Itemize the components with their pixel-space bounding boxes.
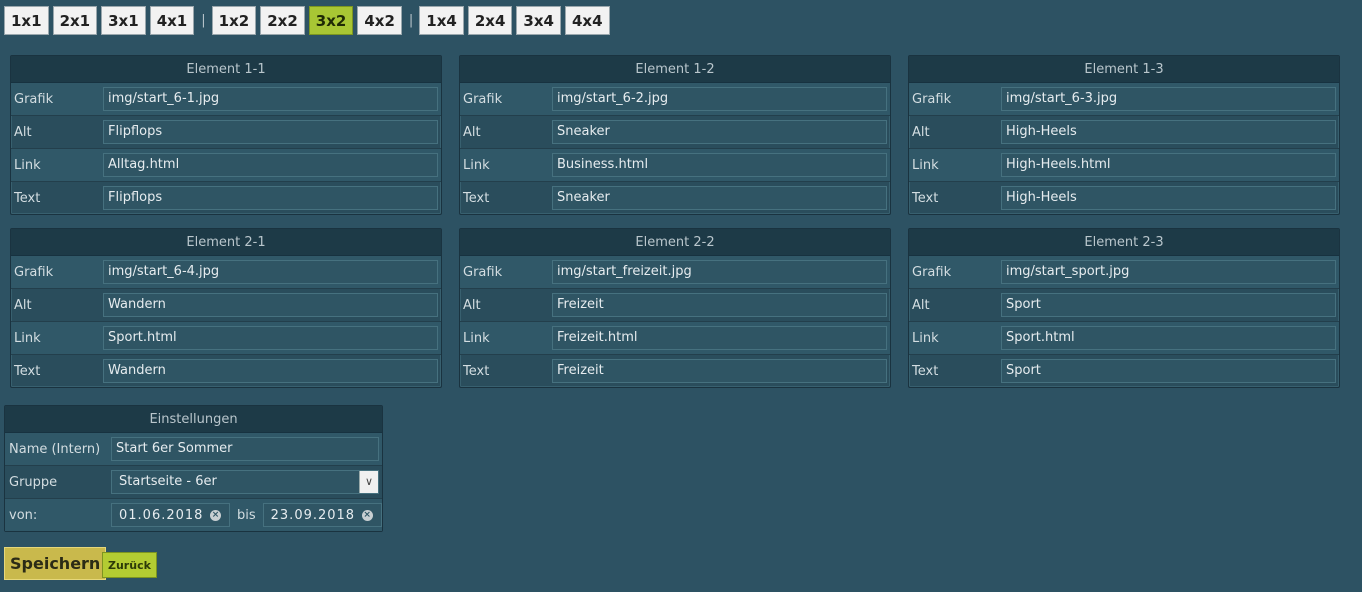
text-label: Text <box>14 190 41 206</box>
panel-title: Element 2-1 <box>11 229 441 256</box>
settings-panel: Einstellungen Name (Intern) Start 6er So… <box>4 405 383 532</box>
layout-button-4x1[interactable]: 4x1 <box>149 6 195 35</box>
grafik-input[interactable]: img/start_6-3.jpg <box>1001 87 1336 111</box>
layout-button-3x2[interactable]: 3x2 <box>308 6 354 35</box>
grafik-label: Grafik <box>463 91 503 107</box>
text-label: Text <box>463 363 490 379</box>
text-label: Text <box>912 363 939 379</box>
element-panel-2-1: Element 2-1 Grafik img/start_6-4.jpg Alt W… <box>10 228 442 388</box>
text-input[interactable]: Flipflops <box>103 186 438 210</box>
from-label: von: <box>9 507 38 523</box>
text-input[interactable]: Freizeit <box>552 359 887 383</box>
link-input[interactable]: Business.html <box>552 153 887 177</box>
chevron-down-icon[interactable]: ∨ <box>359 471 378 493</box>
grafik-label: Grafik <box>14 91 54 107</box>
link-label: Link <box>912 330 939 346</box>
group-select[interactable]: Startseite - 6er ∨ <box>111 470 379 494</box>
grafik-input[interactable]: img/start_6-1.jpg <box>103 87 438 111</box>
alt-input[interactable]: High-Heels <box>1001 120 1336 144</box>
clear-icon[interactable]: × <box>361 509 373 521</box>
grafik-input[interactable]: img/start_freizeit.jpg <box>552 260 887 284</box>
element-panel-1-2: Element 1-2 Grafik img/start_6-2.jpg Alt S… <box>459 55 891 215</box>
save-button[interactable]: Speichern <box>4 547 107 580</box>
back-button[interactable]: Zurück <box>102 552 157 578</box>
alt-label: Alt <box>463 124 481 140</box>
group-select-value: Startseite - 6er <box>119 474 217 489</box>
layout-button-1x2[interactable]: 1x2 <box>211 6 257 35</box>
text-label: Text <box>463 190 490 206</box>
settings-title: Einstellungen <box>5 406 382 433</box>
layout-button-4x4[interactable]: 4x4 <box>564 6 610 35</box>
text-input[interactable]: Wandern <box>103 359 438 383</box>
layout-button-4x2[interactable]: 4x2 <box>357 6 402 35</box>
layout-separator: | <box>408 13 414 28</box>
element-panel-2-3: Element 2-3 Grafik img/start_sport.jpg Al… <box>908 228 1340 388</box>
layout-button-2x1[interactable]: 2x1 <box>52 6 98 35</box>
alt-input[interactable]: Freizeit <box>552 293 887 317</box>
from-date-value: 01.06.2018 <box>119 507 204 523</box>
alt-label: Alt <box>912 124 930 140</box>
to-label: bis <box>237 507 256 523</box>
name-input[interactable]: Start 6er Sommer <box>111 437 379 461</box>
element-panel-1-1: Element 1-1 Grafik img/start_6-1.jpg Alt F… <box>10 55 442 215</box>
text-label: Text <box>14 363 41 379</box>
panel-title: Element 2-2 <box>460 229 890 256</box>
panel-title: Element 2-3 <box>909 229 1339 256</box>
layout-selector: 1x1 2x1 3x1 4x1 | 1x2 2x2 3x2 4x2 | 1x4 … <box>4 5 614 36</box>
panel-title: Element 1-1 <box>11 56 441 83</box>
alt-input[interactable]: Flipflops <box>103 120 438 144</box>
to-date-value: 23.09.2018 <box>270 507 356 523</box>
element-panel-1-3: Element 1-3 Grafik img/start_6-3.jpg Alt H… <box>908 55 1340 215</box>
link-input[interactable]: Freizeit.html <box>552 326 887 350</box>
panel-title: Element 1-3 <box>909 56 1339 83</box>
grafik-label: Grafik <box>912 264 952 280</box>
alt-input[interactable]: Wandern <box>103 293 438 317</box>
alt-label: Alt <box>912 297 930 313</box>
link-label: Link <box>463 330 490 346</box>
alt-label: Alt <box>463 297 481 313</box>
alt-label: Alt <box>14 124 32 140</box>
grafik-label: Grafik <box>912 91 952 107</box>
alt-input[interactable]: Sneaker <box>552 120 887 144</box>
clear-icon[interactable]: × <box>210 509 221 521</box>
text-input[interactable]: Sneaker <box>552 186 887 210</box>
link-label: Link <box>14 157 41 173</box>
text-label: Text <box>912 190 939 206</box>
layout-button-1x1[interactable]: 1x1 <box>4 6 49 35</box>
layout-separator: | <box>201 13 206 28</box>
grafik-input[interactable]: img/start_sport.jpg <box>1001 260 1336 284</box>
name-label: Name (Intern) <box>9 441 101 457</box>
layout-button-1x4[interactable]: 1x4 <box>419 6 464 35</box>
grafik-input[interactable]: img/start_6-4.jpg <box>103 260 438 284</box>
panel-title: Element 1-2 <box>460 56 890 83</box>
link-input[interactable]: High-Heels.html <box>1001 153 1336 177</box>
text-input[interactable]: High-Heels <box>1001 186 1336 210</box>
to-date-input[interactable]: 23.09.2018 × <box>262 503 382 527</box>
grafik-label: Grafik <box>463 264 503 280</box>
layout-button-3x1[interactable]: 3x1 <box>101 6 146 35</box>
group-label: Gruppe <box>9 474 58 490</box>
alt-label: Alt <box>14 297 32 313</box>
link-input[interactable]: Sport.html <box>103 326 438 350</box>
text-input[interactable]: Sport <box>1001 359 1336 383</box>
link-input[interactable]: Alltag.html <box>103 153 438 177</box>
grafik-label: Grafik <box>14 264 54 280</box>
from-date-input[interactable]: 01.06.2018 × <box>111 503 230 527</box>
link-label: Link <box>912 157 939 173</box>
link-label: Link <box>14 330 41 346</box>
grafik-input[interactable]: img/start_6-2.jpg <box>552 87 887 111</box>
link-input[interactable]: Sport.html <box>1001 326 1336 350</box>
layout-button-2x2[interactable]: 2x2 <box>260 6 305 35</box>
element-panel-2-2: Element 2-2 Grafik img/start_freizeit.jpg… <box>459 228 891 388</box>
layout-button-2x4[interactable]: 2x4 <box>467 6 513 35</box>
link-label: Link <box>463 157 490 173</box>
alt-input[interactable]: Sport <box>1001 293 1336 317</box>
layout-button-3x4[interactable]: 3x4 <box>516 6 561 35</box>
